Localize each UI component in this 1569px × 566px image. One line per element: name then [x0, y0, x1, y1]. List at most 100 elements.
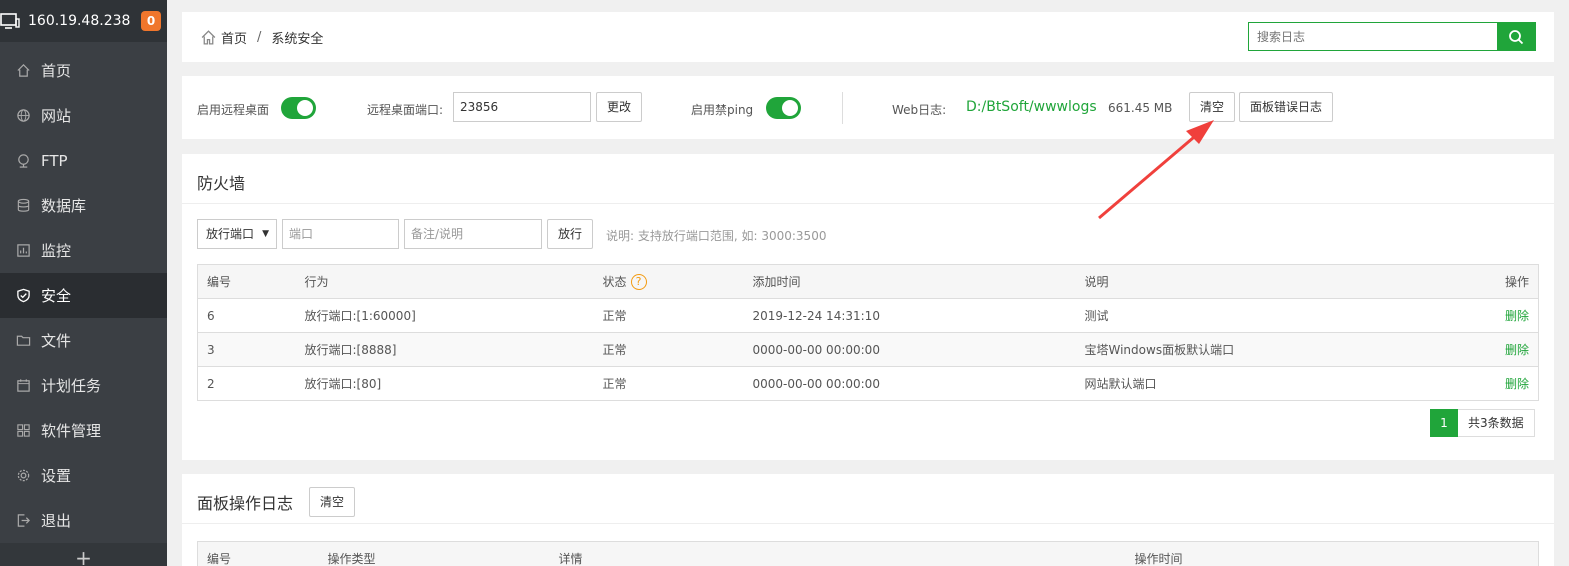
sidebar-item-label: FTP [41, 151, 68, 170]
breadcrumb-home[interactable]: 首页 [221, 28, 247, 47]
delete-link[interactable]: 删除 [1458, 332, 1539, 367]
allow-port-button[interactable]: 放行 [547, 219, 593, 249]
breadcrumb: 首页 / 系统安全 [200, 28, 323, 47]
gear-icon [17, 469, 30, 482]
sidebar-item-label: 数据库 [41, 197, 87, 215]
home-icon [201, 30, 216, 45]
sidebar-item-label: 计划任务 [41, 377, 102, 395]
cell-action: 放行端口:[8888] [295, 332, 594, 367]
server-header: 160.19.48.238 0 [0, 0, 167, 42]
remote-port-label: 远程桌面端口: [367, 103, 444, 117]
port-input[interactable] [282, 219, 399, 249]
remote-port-input[interactable] [453, 92, 591, 122]
col-action: 行为 [295, 264, 594, 299]
folder-icon [16, 335, 31, 346]
ftp-icon [18, 154, 29, 168]
cell-note: 网站默认端口 [1075, 366, 1459, 401]
sidebar-item-files[interactable]: 文件 [0, 318, 167, 363]
firewall-type-value: 放行端口 [206, 227, 255, 241]
remote-desktop-label: 启用远程桌面 [197, 103, 270, 117]
col-status: 状态? [593, 264, 744, 299]
panel-log-panel: 面板操作日志 清空 编号 操作类型 详情 操作时间 [182, 474, 1554, 566]
sidebar-add-button[interactable]: + [0, 543, 167, 566]
change-port-button[interactable]: 更改 [596, 92, 642, 122]
panel-error-log-button[interactable]: 面板错误日志 [1239, 92, 1333, 122]
cell-action: 放行端口:[80] [295, 366, 594, 401]
grid-icon [17, 424, 30, 437]
sidebar-item-label: 退出 [41, 512, 72, 530]
divider [182, 203, 1554, 204]
home-icon [17, 64, 30, 77]
firewall-type-select[interactable]: 放行端口 ▼ [197, 219, 277, 249]
sidebar-item-home[interactable]: 首页 [0, 48, 167, 93]
breadcrumb-bar: 首页 / 系统安全 [182, 12, 1554, 62]
web-log-size: 661.45 MB [1108, 101, 1173, 115]
shield-icon [17, 288, 30, 303]
panel-log-table: 编号 操作类型 详情 操作时间 [197, 541, 1539, 566]
sidebar-item-security[interactable]: 安全 [0, 273, 167, 318]
cell-status: 正常 [593, 366, 744, 401]
sidebar-item-label: 首页 [41, 62, 72, 80]
logout-icon [17, 514, 30, 527]
web-log-label: Web日志: [892, 103, 947, 117]
clear-panel-log-button[interactable]: 清空 [309, 487, 355, 517]
help-icon[interactable]: ? [630, 274, 647, 291]
cell-note: 测试 [1075, 298, 1459, 333]
search-input[interactable] [1249, 23, 1497, 50]
col-time: 添加时间 [743, 264, 1076, 299]
port-note-input[interactable] [404, 219, 542, 249]
divider [182, 523, 1554, 524]
firewall-panel: 防火墙 放行端口 ▼ 放行 说明: 支持放行端口范围, 如: 3000:3500… [182, 154, 1554, 460]
sidebar-item-monitor[interactable]: 监控 [0, 228, 167, 273]
cell-note: 宝塔Windows面板默认端口 [1075, 332, 1459, 367]
sidebar-item-website[interactable]: 网站 [0, 93, 167, 138]
monitor-icon [17, 244, 30, 257]
log-search [1248, 22, 1536, 51]
cell-action: 放行端口:[1:60000] [295, 298, 594, 333]
table-header: 编号 行为 状态? 添加时间 说明 操作 [197, 264, 1539, 299]
cell-status: 正常 [593, 332, 744, 367]
cell-status: 正常 [593, 298, 744, 333]
search-button[interactable] [1497, 23, 1535, 50]
cell-time: 2019-12-24 14:31:10 [743, 298, 1076, 333]
sidebar-item-label: 监控 [41, 242, 72, 260]
pagination: 1 共3条数据 [1430, 409, 1535, 437]
sidebar-item-settings[interactable]: 设置 [0, 453, 167, 498]
security-options: 启用远程桌面 远程桌面端口: 更改 启用禁ping Web日志: D:/BtSo… [182, 76, 1554, 139]
page-1-button[interactable]: 1 [1430, 409, 1458, 437]
table-row: 2 放行端口:[80] 正常 0000-00-00 00:00:00 网站默认端… [197, 366, 1539, 401]
sidebar-item-logout[interactable]: 退出 [0, 498, 167, 543]
disable-ping-toggle[interactable] [766, 97, 801, 119]
col-detail: 详情 [549, 541, 1126, 566]
sidebar-item-ftp[interactable]: FTP [0, 138, 167, 183]
divider [842, 92, 843, 124]
sidebar-item-label: 网站 [41, 107, 72, 125]
cell-id: 3 [197, 332, 296, 367]
cell-time: 0000-00-00 00:00:00 [743, 332, 1076, 367]
breadcrumb-current: 系统安全 [271, 32, 324, 47]
sidebar-item-software[interactable]: 软件管理 [0, 408, 167, 453]
remote-desktop-toggle[interactable] [281, 97, 316, 119]
web-log-path[interactable]: D:/BtSoft/wwwlogs [966, 99, 1097, 115]
breadcrumb-separator: / [257, 30, 262, 45]
sidebar-item-crontab[interactable]: 计划任务 [0, 363, 167, 408]
col-id: 编号 [197, 541, 319, 566]
clear-web-log-button[interactable]: 清空 [1189, 92, 1235, 122]
total-count: 共3条数据 [1458, 409, 1535, 437]
sidebar-item-label: 文件 [41, 332, 72, 350]
caret-down-icon: ▼ [262, 229, 269, 239]
delete-link[interactable]: 删除 [1458, 366, 1539, 401]
server-monitor-icon [0, 13, 20, 29]
calendar-icon [17, 379, 30, 392]
table-row: 6 放行端口:[1:60000] 正常 2019-12-24 14:31:10 … [197, 298, 1539, 333]
delete-link[interactable]: 删除 [1458, 298, 1539, 333]
disable-ping-label: 启用禁ping [691, 103, 754, 117]
sidebar-item-label: 软件管理 [41, 422, 102, 440]
sidebar-item-database[interactable]: 数据库 [0, 183, 167, 228]
firewall-title: 防火墙 [197, 174, 246, 193]
col-id: 编号 [197, 264, 296, 299]
notification-badge[interactable]: 0 [141, 11, 161, 31]
col-note: 说明 [1075, 264, 1459, 299]
col-op: 操作 [1458, 264, 1539, 299]
server-ip: 160.19.48.238 [28, 13, 131, 29]
